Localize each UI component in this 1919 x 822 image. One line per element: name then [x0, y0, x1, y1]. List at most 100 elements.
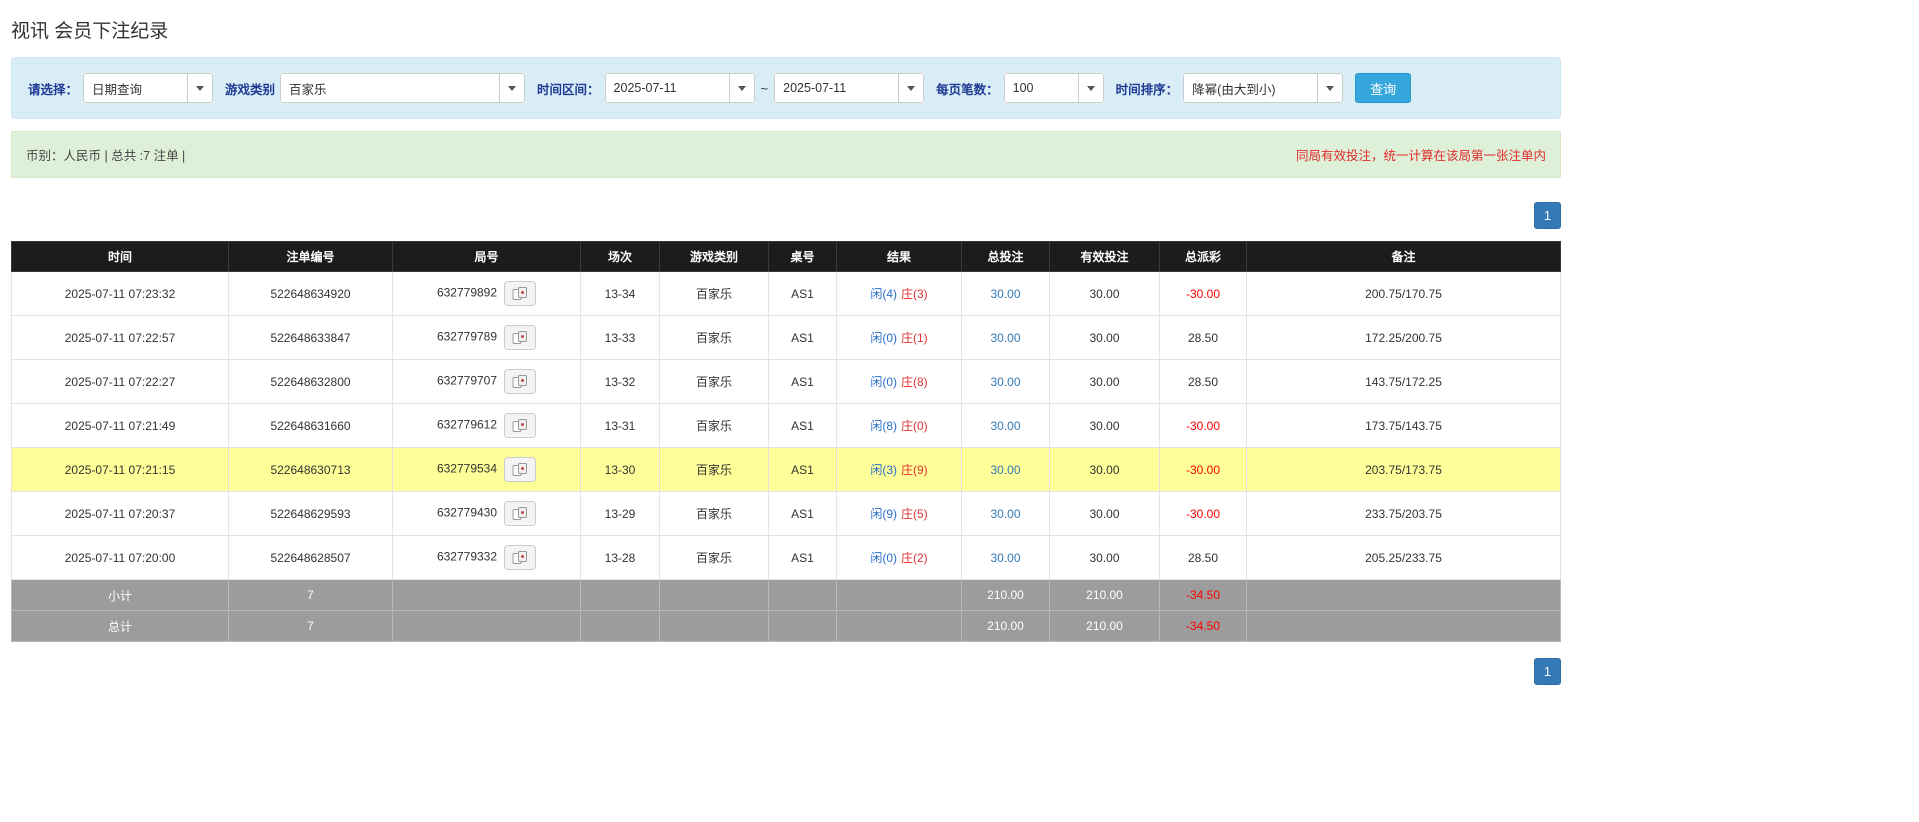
- page-1-button[interactable]: 1: [1534, 202, 1561, 229]
- subtotal-empty-cell: [769, 580, 837, 611]
- total-label: 总计: [12, 611, 229, 642]
- caret-glyph: [1326, 86, 1334, 91]
- search-button[interactable]: 查询: [1355, 73, 1411, 103]
- total-bet-link[interactable]: 30.00: [990, 287, 1020, 301]
- cell-table-no: AS1: [769, 492, 837, 536]
- table-row: 2025-07-11 07:21:49 522648631660 6327796…: [12, 404, 1561, 448]
- view-cards-icon[interactable]: [504, 413, 536, 438]
- total-bet-link[interactable]: 30.00: [990, 331, 1020, 345]
- cell-note: 172.25/200.75: [1247, 316, 1561, 360]
- result-banker-text: 庄(8): [901, 375, 928, 389]
- chevron-down-icon[interactable]: [1078, 73, 1104, 103]
- cell-result: 闲(0)庄(1): [837, 316, 962, 360]
- query-type-select: [83, 73, 213, 103]
- total-bet-link[interactable]: 30.00: [990, 419, 1020, 433]
- subtotal-payout: -34.50: [1160, 580, 1247, 611]
- result-player-text: 闲(0): [870, 551, 897, 565]
- result-banker-text: 庄(3): [901, 287, 928, 301]
- cell-result: 闲(0)庄(8): [837, 360, 962, 404]
- filter-bar: 请选择： 游戏类别 时间区间： ~ 每页笔数： 时间排序：: [11, 57, 1561, 119]
- page-size-label: 每页笔数：: [936, 79, 999, 98]
- page-size-input[interactable]: [1004, 73, 1078, 103]
- cell-total-bet: 30.00: [962, 404, 1050, 448]
- cell-game-type: 百家乐: [660, 316, 769, 360]
- view-cards-icon[interactable]: [504, 545, 536, 570]
- date-separator: ~: [761, 81, 769, 96]
- bet-records-table: 时间 注单编号 局号 场次 游戏类别 桌号 结果 总投注 有效投注 总派彩 备注…: [11, 241, 1561, 642]
- cell-valid-bet: 30.00: [1050, 272, 1160, 316]
- cell-table-no: AS1: [769, 272, 837, 316]
- total-bet-link[interactable]: 30.00: [990, 375, 1020, 389]
- total-empty-cell: [837, 611, 962, 642]
- table-row: 2025-07-11 07:22:27 522648632800 6327797…: [12, 360, 1561, 404]
- chevron-down-icon[interactable]: [1317, 73, 1343, 103]
- view-cards-icon[interactable]: [504, 325, 536, 350]
- cell-valid-bet: 30.00: [1050, 404, 1160, 448]
- chevron-down-icon[interactable]: [729, 73, 755, 103]
- result-banker-text: 庄(9): [901, 463, 928, 477]
- date-to-input[interactable]: [774, 73, 898, 103]
- total-total-bet: 210.00: [962, 611, 1050, 642]
- cell-bet-id: 522648629593: [229, 492, 393, 536]
- cell-round-id: 632779707: [393, 360, 581, 404]
- cell-round-id: 632779430: [393, 492, 581, 536]
- header-result: 结果: [837, 242, 962, 272]
- page-1-button[interactable]: 1: [1534, 658, 1561, 685]
- cell-game-type: 百家乐: [660, 360, 769, 404]
- game-type-select: [280, 73, 525, 103]
- page-title: 视讯 会员下注纪录: [11, 16, 1561, 43]
- cell-table-no: AS1: [769, 360, 837, 404]
- chevron-down-icon[interactable]: [898, 73, 924, 103]
- cell-total-bet: 30.00: [962, 536, 1050, 580]
- cell-bet-id: 522648631660: [229, 404, 393, 448]
- cell-session: 13-33: [581, 316, 660, 360]
- query-type-label: 请选择：: [28, 79, 78, 98]
- total-count: 7: [229, 611, 393, 642]
- cell-result: 闲(4) 庄(3): [837, 272, 962, 316]
- game-type-input[interactable]: [280, 73, 499, 103]
- cell-time: 2025-07-11 07:21:49: [12, 404, 229, 448]
- query-type-input[interactable]: [83, 73, 187, 103]
- cell-time: 2025-07-11 07:21:15: [12, 448, 229, 492]
- cell-result: 闲(0)庄(2): [837, 536, 962, 580]
- table-body: 2025-07-11 07:23:32 522648634920 6327798…: [12, 272, 1561, 580]
- cell-round-id: 632779892: [393, 272, 581, 316]
- view-cards-icon[interactable]: [504, 457, 536, 482]
- total-bet-link[interactable]: 30.00: [990, 463, 1020, 477]
- cell-table-no: AS1: [769, 404, 837, 448]
- result-player-text: 闲(8): [870, 419, 897, 433]
- cell-time: 2025-07-11 07:23:32: [12, 272, 229, 316]
- cell-time: 2025-07-11 07:20:00: [12, 536, 229, 580]
- total-bet-link[interactable]: 30.00: [990, 507, 1020, 521]
- view-cards-icon[interactable]: [504, 501, 536, 526]
- subtotal-row: 小计 7 210.00 210.00 -34.50: [12, 580, 1561, 611]
- sort-order-input[interactable]: [1183, 73, 1317, 103]
- cell-payout: -30.00: [1160, 404, 1247, 448]
- date-from-input[interactable]: [605, 73, 729, 103]
- total-payout: -34.50: [1160, 611, 1247, 642]
- total-empty-cell: [581, 611, 660, 642]
- total-bet-link[interactable]: 30.00: [990, 551, 1020, 565]
- cell-note: 173.75/143.75: [1247, 404, 1561, 448]
- chevron-down-icon[interactable]: [499, 73, 525, 103]
- pagination-bottom: 1: [11, 658, 1561, 685]
- result-player-text: 闲(4): [870, 287, 897, 301]
- round-id-text: 632779612: [437, 418, 497, 432]
- view-cards-icon[interactable]: [504, 369, 536, 394]
- view-cards-icon[interactable]: [504, 281, 536, 306]
- cell-result: 闲(8)庄(0): [837, 404, 962, 448]
- header-round-id: 局号: [393, 242, 581, 272]
- caret-glyph: [508, 86, 516, 91]
- subtotal-empty-cell: [837, 580, 962, 611]
- table-row: 2025-07-11 07:20:00 522648628507 6327793…: [12, 536, 1561, 580]
- table-header-row: 时间 注单编号 局号 场次 游戏类别 桌号 结果 总投注 有效投注 总派彩 备注: [12, 242, 1561, 272]
- chevron-down-icon[interactable]: [187, 73, 213, 103]
- cell-round-id: 632779332: [393, 536, 581, 580]
- header-total-bet: 总投注: [962, 242, 1050, 272]
- cell-total-bet: 30.00: [962, 492, 1050, 536]
- date-to-select: [774, 73, 924, 103]
- result-player-text: 闲(9): [870, 507, 897, 521]
- subtotal-empty-cell: [581, 580, 660, 611]
- cell-bet-id: 522648634920: [229, 272, 393, 316]
- subtotal-label: 小计: [12, 580, 229, 611]
